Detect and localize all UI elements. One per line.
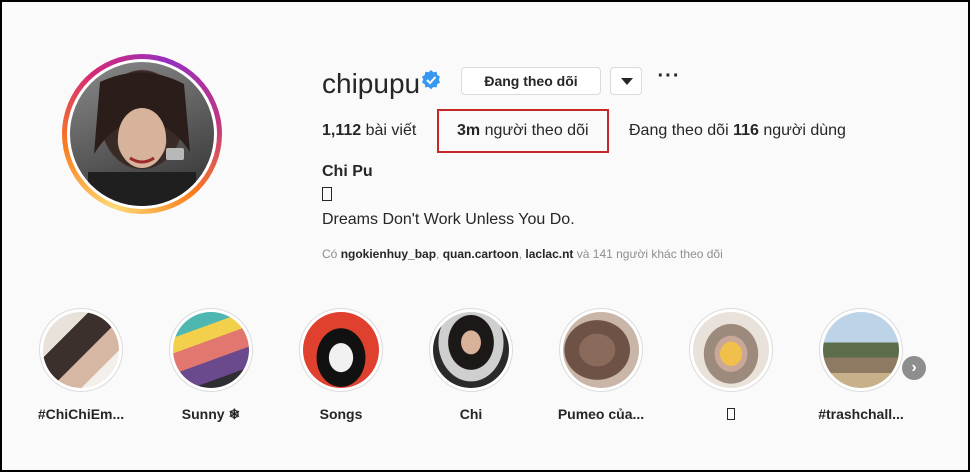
unrendered-emoji-glyph [322, 187, 332, 201]
following-button[interactable]: Đang theo dõi [461, 67, 601, 95]
highlight-label: Sunny ❄ [181, 406, 241, 422]
unrendered-emoji-glyph [727, 408, 735, 420]
highlight-ring [169, 308, 253, 392]
highlight-cover [563, 312, 639, 388]
profile-avatar-story-ring[interactable] [62, 54, 222, 214]
highlight-cover [173, 312, 249, 388]
verified-badge-icon [422, 70, 440, 90]
highlight-label: #ChiChiEm... [37, 406, 125, 422]
highlight-ring [299, 308, 383, 392]
suggested-accounts-dropdown-button[interactable] [610, 67, 642, 95]
highlight-cover [693, 312, 769, 388]
highlight-label: Chi [459, 406, 483, 422]
highlight-label: Songs [319, 406, 363, 422]
following-suffix: người dùng [763, 122, 846, 139]
following-prefix: Đang theo dõi [629, 122, 729, 139]
avatar-photo [70, 62, 214, 206]
highlight-label: Pumeo của... [557, 406, 645, 422]
highlight-ring [819, 308, 903, 392]
highlight-ring [429, 308, 513, 392]
highlight-cover [433, 312, 509, 388]
story-highlight[interactable]: Songs [291, 308, 391, 422]
highlight-label [681, 406, 781, 422]
story-highlight[interactable]: Sunny ❄ [161, 308, 261, 423]
profile-username: chipupu [322, 68, 421, 99]
followed-by-user-link[interactable]: quan.cartoon [443, 247, 519, 261]
profile-full-name: Chi Pu [322, 163, 373, 180]
highlight-ring [39, 308, 123, 392]
more-options-icon[interactable]: ··· [657, 66, 681, 92]
story-highlight[interactable]: #ChiChiEm... [31, 308, 131, 422]
instagram-profile-screen: chipupu Đang theo dõi ··· 1,112 bài viết… [0, 0, 970, 472]
annotation-highlight-box [437, 109, 609, 153]
posts-count: 1,112 [322, 122, 362, 139]
profile-bio: Dreams Don't Work Unless You Do. [322, 211, 575, 228]
highlight-cover [43, 312, 119, 388]
followed-by-prefix: Có [322, 247, 338, 261]
caret-down-icon [621, 78, 633, 85]
story-highlight[interactable] [681, 308, 781, 422]
followed-by-user-link[interactable]: laclac.nt [525, 247, 573, 261]
following-count: 116 [733, 122, 759, 139]
highlight-ring [689, 308, 773, 392]
highlight-cover [823, 312, 899, 388]
followed-by-text: Có ngokienhuy_bap, quan.cartoon, laclac.… [322, 247, 723, 261]
story-highlight[interactable]: #trashchall... [811, 308, 911, 422]
avatar[interactable] [67, 59, 217, 209]
highlight-cover [303, 312, 379, 388]
posts-count-stat: 1,112 bài viết [322, 122, 416, 140]
chevron-right-icon[interactable]: › [902, 356, 926, 380]
story-highlight[interactable]: Pumeo của... [551, 308, 651, 422]
followed-by-suffix[interactable]: và 141 người khác theo dõi [577, 247, 723, 261]
highlight-label: #trashchall... [818, 406, 904, 422]
following-count-link[interactable]: Đang theo dõi 116 người dùng [629, 122, 846, 140]
followed-by-user-link[interactable]: ngokienhuy_bap [341, 247, 436, 261]
highlight-ring [559, 308, 643, 392]
story-highlight[interactable]: Chi [421, 308, 521, 422]
posts-label: bài viết [365, 122, 417, 139]
